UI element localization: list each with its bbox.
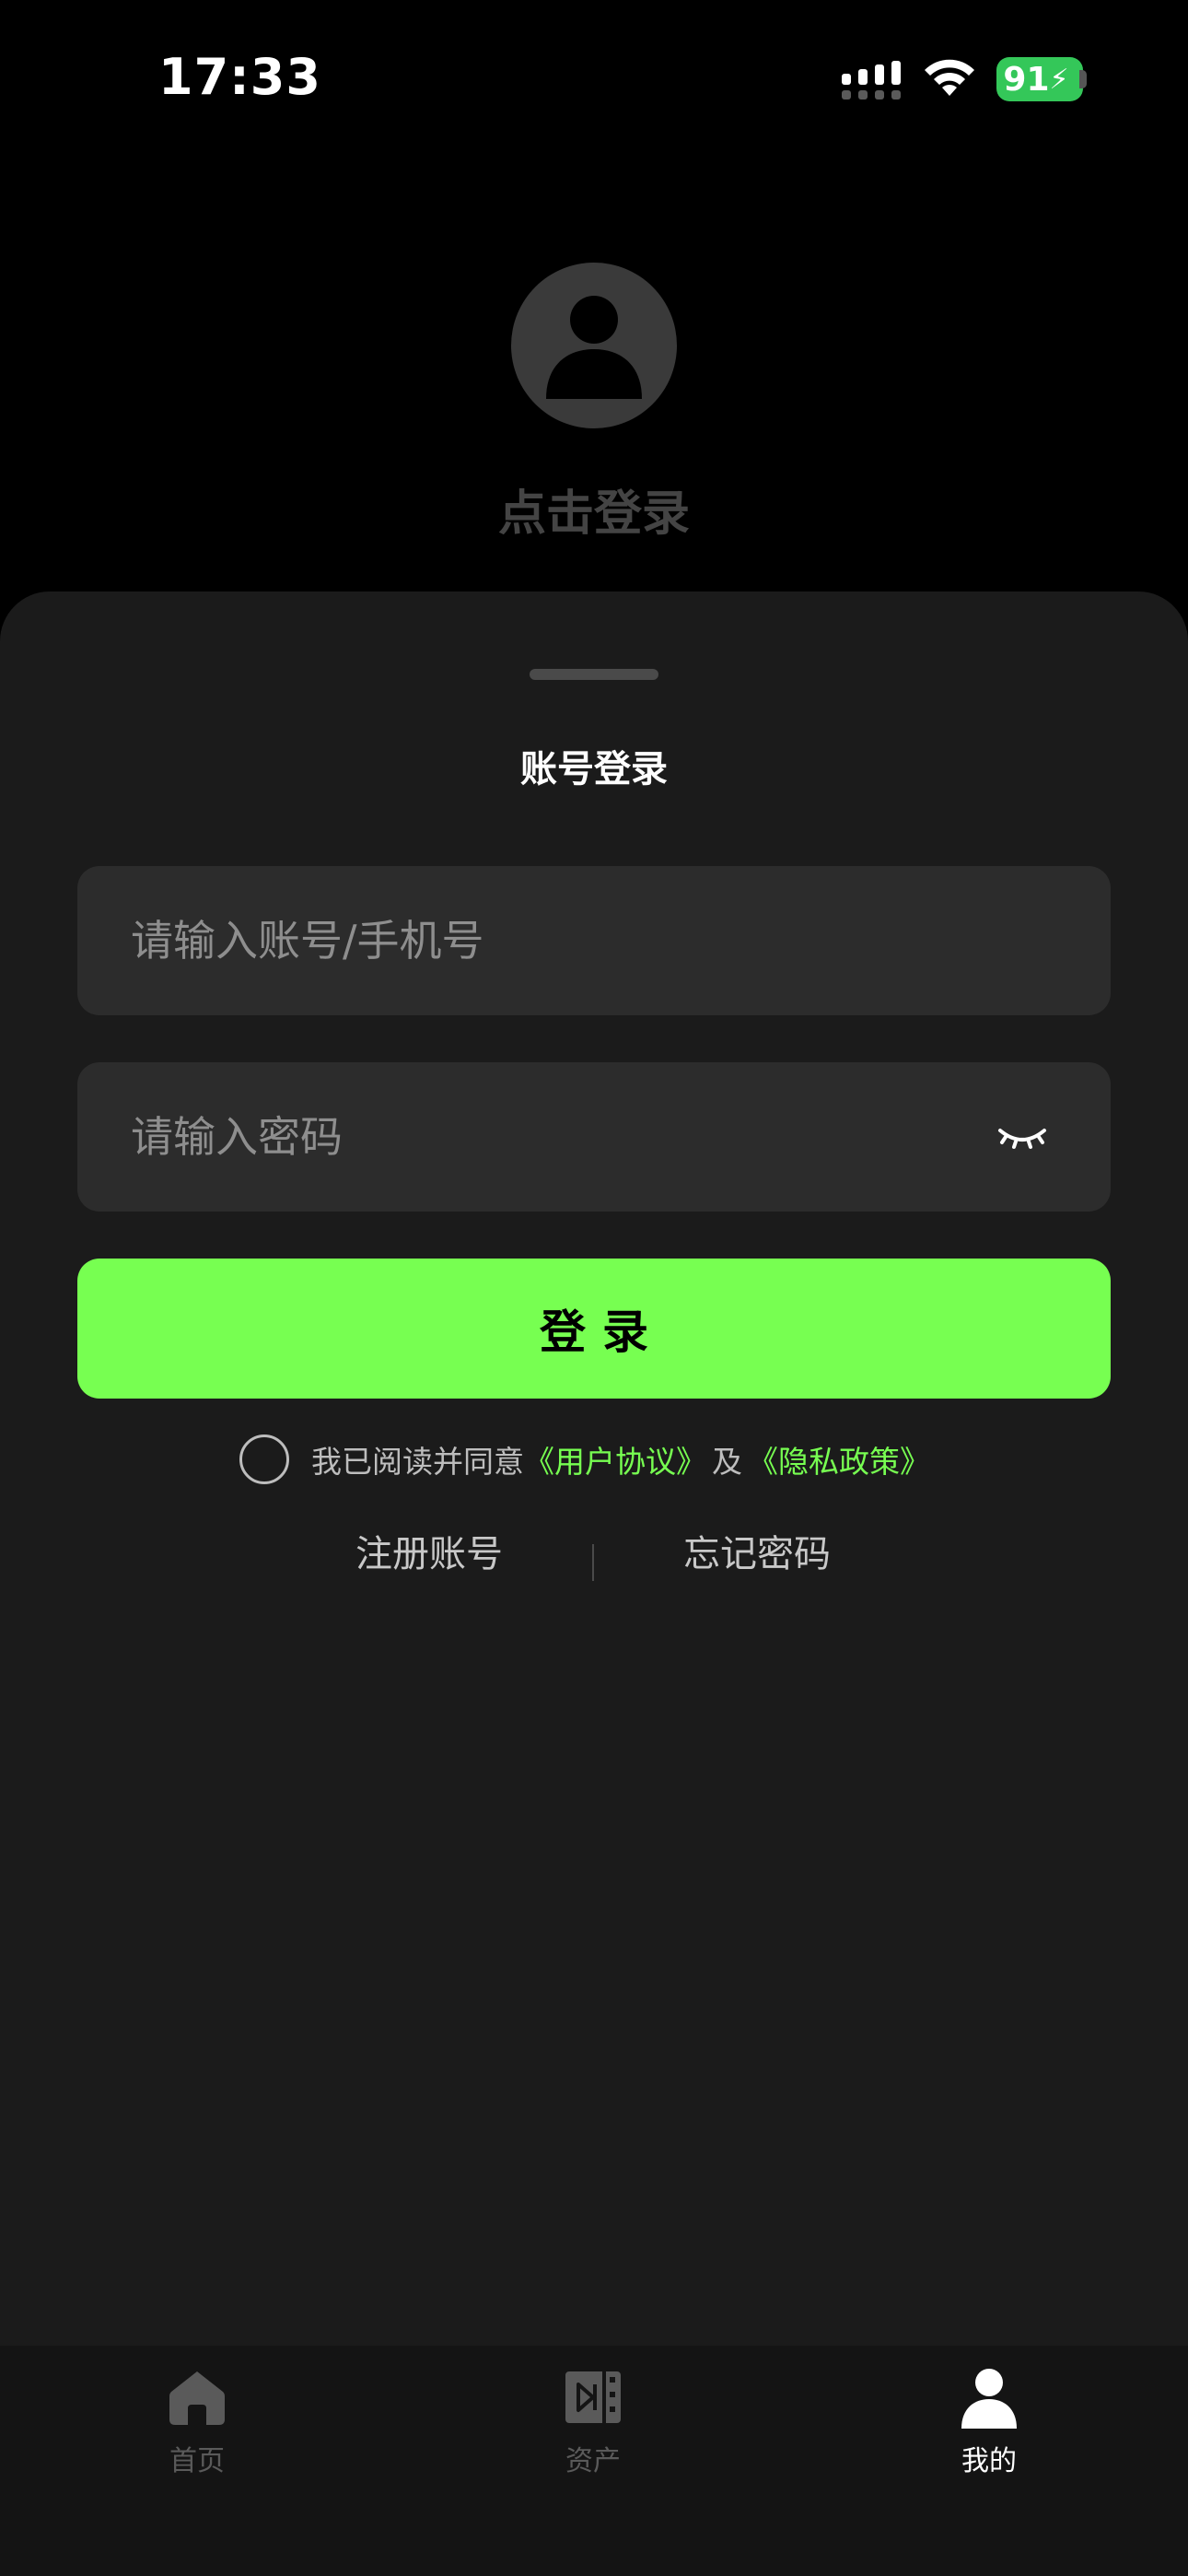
agreement-and: 及 [712,1444,742,1480]
password-field[interactable] [77,1062,1111,1212]
agreement-row: 我已阅读并同意 《用户协议》 及 《隐私政策》 [0,1432,1188,1487]
login-sheet: 账号登录 登录 我已阅读并同意 《用户协议》 及 《隐私政策》 注册账号 [0,591,1188,2346]
tab-mine-label: 我的 [961,2445,1017,2477]
account-field[interactable] [77,866,1111,1015]
account-input[interactable] [129,866,958,1015]
status-bar: 17:33 91 ⚡ [0,0,1188,157]
eye-closed-icon[interactable] [996,1114,1048,1160]
bottom-tab-bar: 首页 资产 我的 [0,2346,1188,2576]
auxiliary-links: 注册账号 忘记密码 [0,1524,1188,1588]
tab-home[interactable]: 首页 [105,2366,289,2504]
forgot-password-link[interactable]: 忘记密码 [683,1524,831,1577]
register-link[interactable]: 注册账号 [355,1524,503,1577]
tab-home-label: 首页 [169,2445,225,2477]
battery-level: 91 [1003,60,1050,99]
password-input[interactable] [129,1062,958,1212]
battery-charging-icon: 91 ⚡ [996,57,1083,101]
login-screen: 17:33 91 ⚡ 点击登录 账号登录 请输入账号/手机号 登录 我已阅读并同… [0,0,1188,2576]
tap-to-login-label[interactable]: 点击登录 [0,474,1188,544]
battery-tip [1079,70,1087,88]
assets-icon [565,2371,621,2423]
user-agreement-link[interactable]: 《用户协议》 [524,1437,706,1481]
status-time: 17:33 [158,48,321,106]
tab-mine[interactable]: 我的 [897,2366,1081,2504]
home-icon [169,2371,225,2425]
wifi-icon [925,59,974,96]
signal-icon [842,61,901,100]
tab-assets[interactable]: 资产 [501,2366,685,2504]
agreement-checkbox[interactable] [239,1434,289,1484]
sheet-drag-handle[interactable] [530,669,658,680]
sheet-title: 账号登录 [520,748,668,790]
agreement-prefix: 我已阅读并同意 [311,1444,524,1480]
divider [592,1544,594,1581]
privacy-policy-link[interactable]: 《隐私政策》 [748,1437,930,1481]
person-icon [961,2369,1017,2429]
login-button[interactable]: 登录 [77,1259,1111,1399]
person-avatar-icon[interactable] [511,263,677,428]
tab-assets-label: 资产 [565,2445,621,2477]
